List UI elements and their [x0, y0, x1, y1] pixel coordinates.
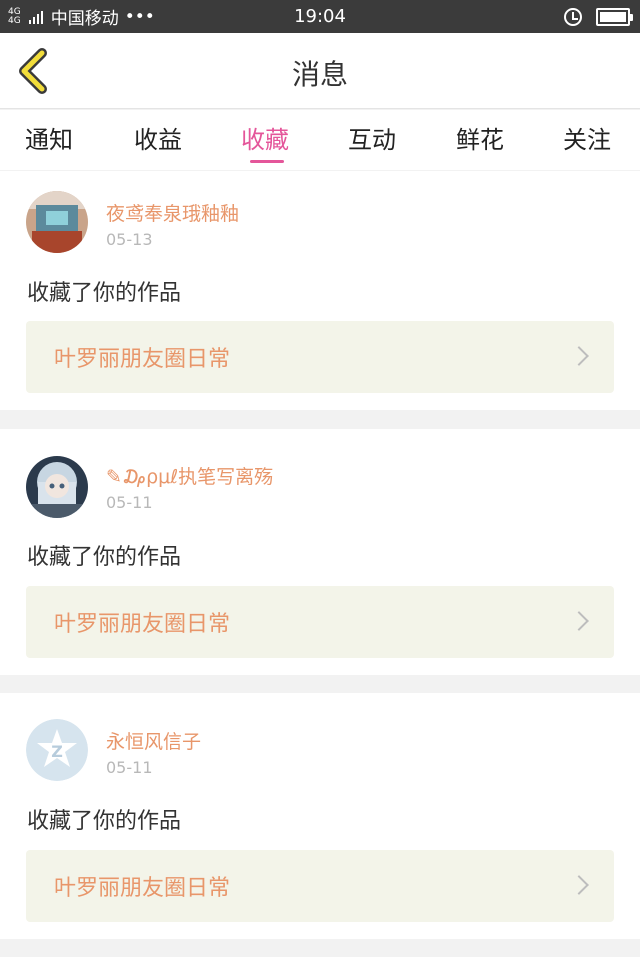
alarm-clock-icon: [564, 7, 582, 26]
tab-interactions[interactable]: 互动: [348, 120, 396, 155]
message-action-text: 收藏了你的作品: [27, 281, 182, 306]
status-left: 4G 4G 中国移动 •••: [8, 0, 155, 33]
avatar-image: [26, 456, 88, 518]
message-card: ✎₯ρμℓ执笔写离殇 05-11 收藏了你的作品 叶罗丽朋友圈日常: [0, 429, 640, 675]
chevron-left-icon: [19, 48, 47, 94]
tab-following[interactable]: 关注: [563, 120, 611, 155]
back-button[interactable]: [14, 47, 58, 95]
message-card: Z 永恒风信子 05-11 收藏了你的作品 叶罗丽朋友圈日常: [0, 693, 640, 939]
work-link[interactable]: 叶罗丽朋友圈日常: [26, 850, 614, 922]
signal-strength-icon: [28, 10, 43, 24]
tab-favorites[interactable]: 收藏: [241, 120, 289, 155]
notification-dots: •••: [124, 6, 155, 27]
avatar-image: [26, 191, 88, 253]
tab-earnings[interactable]: 收益: [134, 120, 182, 155]
message-date: 05-11: [106, 758, 153, 777]
tab-flowers[interactable]: 鲜花: [456, 120, 504, 155]
svg-text:Z: Z: [51, 742, 63, 761]
work-title: 叶罗丽朋友圈日常: [54, 876, 231, 901]
header-bar: 消息: [0, 33, 640, 109]
status-bar: 4G 4G 中国移动 ••• 19:04: [0, 0, 640, 33]
message-action-text: 收藏了你的作品: [27, 545, 182, 570]
username[interactable]: 永恒风信子: [106, 727, 201, 754]
network-type: 4G 4G: [8, 7, 21, 26]
work-title: 叶罗丽朋友圈日常: [54, 347, 231, 372]
status-right: [564, 0, 633, 33]
user-avatar[interactable]: [26, 456, 88, 518]
username[interactable]: ✎₯ρμℓ执笔写离殇: [106, 462, 273, 489]
avatar-image: Z: [26, 719, 88, 781]
tab-bar: 通知 收益 收藏 互动 鲜花 关注: [0, 110, 640, 170]
chevron-right-icon: [569, 611, 589, 631]
default-avatar-icon[interactable]: Z: [26, 719, 88, 781]
chevron-right-icon: [569, 875, 589, 895]
message-card: 夜鸢奉泉珴釉釉 05-13 收藏了你的作品 叶罗丽朋友圈日常: [0, 171, 640, 410]
network-type-bottom: 4G: [8, 15, 21, 26]
carrier-name: 中国移动: [50, 9, 119, 29]
page-title: 消息: [291, 58, 348, 91]
message-action-text: 收藏了你的作品: [27, 809, 182, 834]
tab-notifications[interactable]: 通知: [25, 120, 73, 155]
work-link[interactable]: 叶罗丽朋友圈日常: [26, 321, 614, 393]
tab-active-indicator: [250, 160, 284, 163]
chevron-right-icon: [569, 346, 589, 366]
user-avatar[interactable]: [26, 191, 88, 253]
work-title: 叶罗丽朋友圈日常: [54, 612, 231, 637]
message-date: 05-11: [106, 493, 153, 512]
work-link[interactable]: 叶罗丽朋友圈日常: [26, 586, 614, 658]
battery-full-icon: [596, 7, 633, 26]
username[interactable]: 夜鸢奉泉珴釉釉: [106, 199, 239, 226]
message-date: 05-13: [106, 230, 153, 249]
